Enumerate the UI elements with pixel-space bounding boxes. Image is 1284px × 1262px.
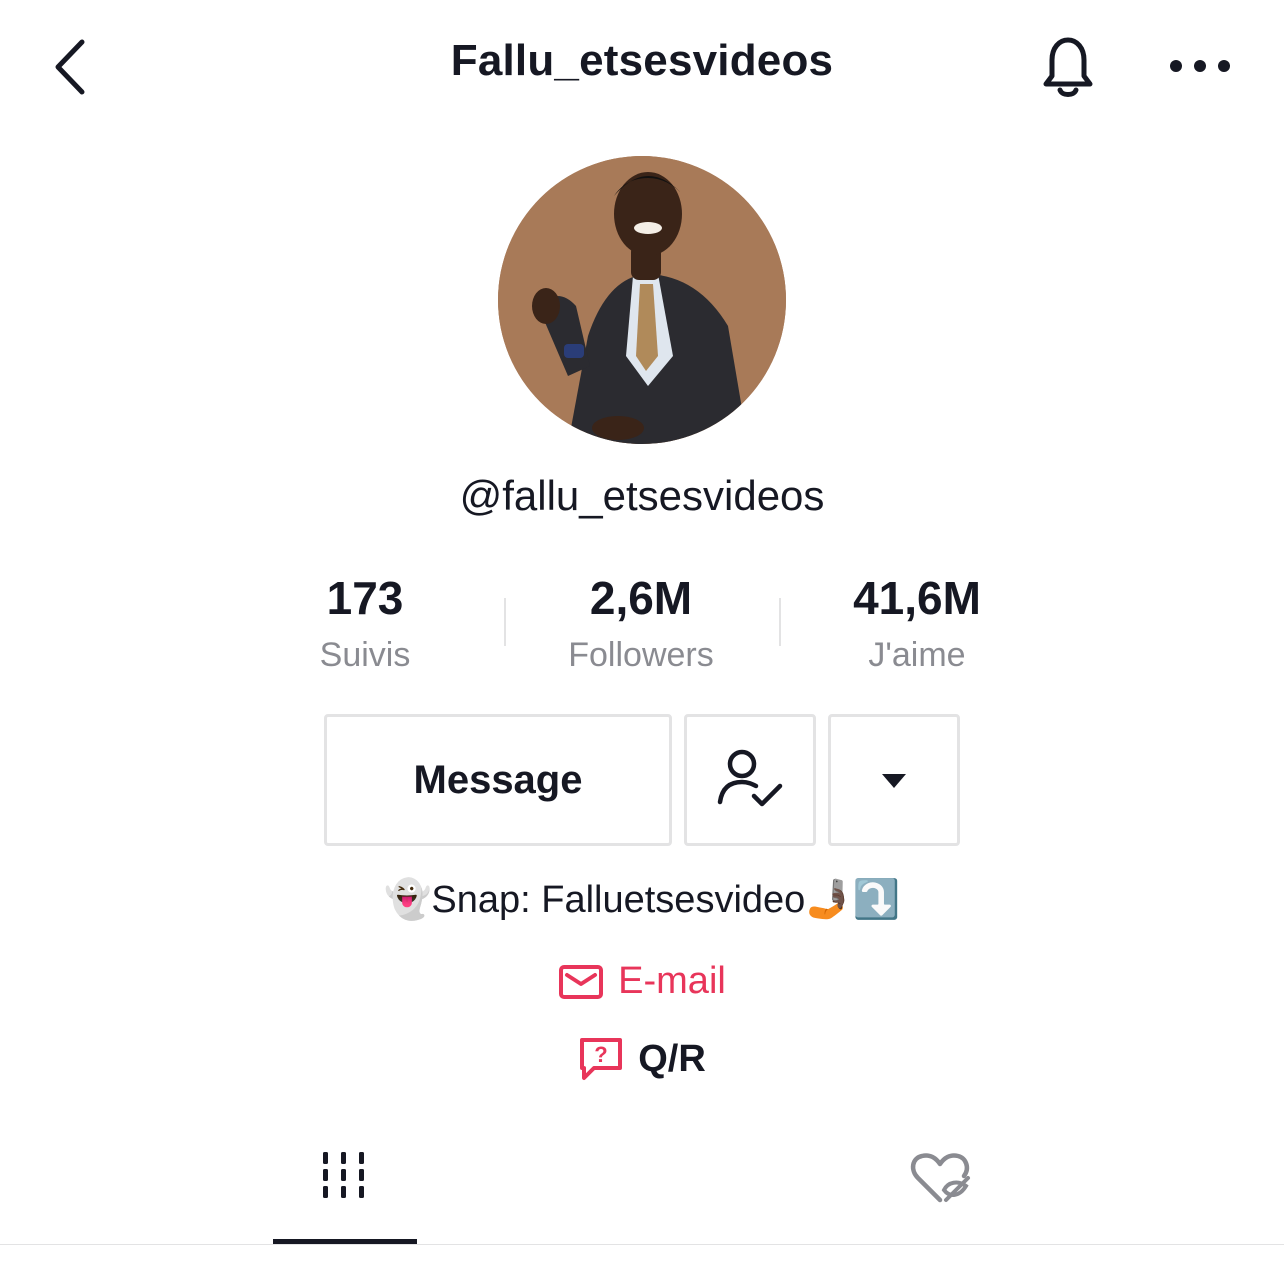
tab-videos[interactable] bbox=[273, 1150, 417, 1244]
user-check-icon bbox=[717, 749, 783, 807]
more-options-button[interactable] bbox=[1160, 44, 1240, 88]
stat-following-label: Suivis bbox=[319, 636, 411, 674]
qa-link[interactable]: ? Q/R bbox=[400, 1036, 884, 1082]
tab-liked[interactable] bbox=[868, 1150, 1012, 1220]
message-button[interactable]: Message bbox=[324, 714, 672, 846]
more-horizontal-icon bbox=[1170, 60, 1230, 72]
profile-photo bbox=[498, 156, 786, 444]
bio-text: 👻Snap: Falluetsesvideo🤳🏿⤵️ bbox=[384, 879, 900, 921]
email-label: E-mail bbox=[618, 960, 726, 1002]
tabs-divider bbox=[0, 1244, 1284, 1245]
bell-icon bbox=[1043, 37, 1093, 97]
stat-followers[interactable]: 2,6M Followers bbox=[521, 568, 761, 680]
stat-divider bbox=[504, 598, 506, 646]
email-link[interactable]: E-mail bbox=[400, 960, 884, 1003]
question-bubble-icon: ? bbox=[580, 1038, 623, 1080]
stat-divider bbox=[779, 598, 781, 646]
qa-label: Q/R bbox=[638, 1037, 706, 1080]
stat-followers-label: Followers bbox=[568, 636, 714, 674]
following-button[interactable] bbox=[684, 714, 816, 846]
stat-followers-value: 2,6M bbox=[589, 572, 693, 624]
suggestions-dropdown-button[interactable] bbox=[828, 714, 960, 846]
chevron-left-icon bbox=[55, 39, 85, 95]
envelope-icon bbox=[559, 964, 604, 999]
svg-text:?: ? bbox=[594, 1042, 607, 1067]
stat-likes-value: 41,6M bbox=[853, 572, 981, 624]
notification-button[interactable] bbox=[1030, 28, 1106, 104]
profile-handle: @fallu_etsesvideos bbox=[459, 472, 825, 519]
caret-down-icon bbox=[882, 774, 906, 788]
stat-following-value: 173 bbox=[326, 572, 404, 624]
stat-likes[interactable]: 41,6M J'aime bbox=[797, 568, 1037, 680]
grid-icon bbox=[323, 1152, 364, 1198]
stat-following[interactable]: 173 Suivis bbox=[245, 568, 485, 680]
avatar[interactable] bbox=[498, 156, 786, 444]
page-title: Fallu_etsesvideos bbox=[450, 36, 834, 85]
liked-hidden-icon bbox=[910, 1153, 970, 1203]
back-button[interactable] bbox=[44, 32, 104, 102]
stat-likes-label: J'aime bbox=[868, 636, 966, 674]
